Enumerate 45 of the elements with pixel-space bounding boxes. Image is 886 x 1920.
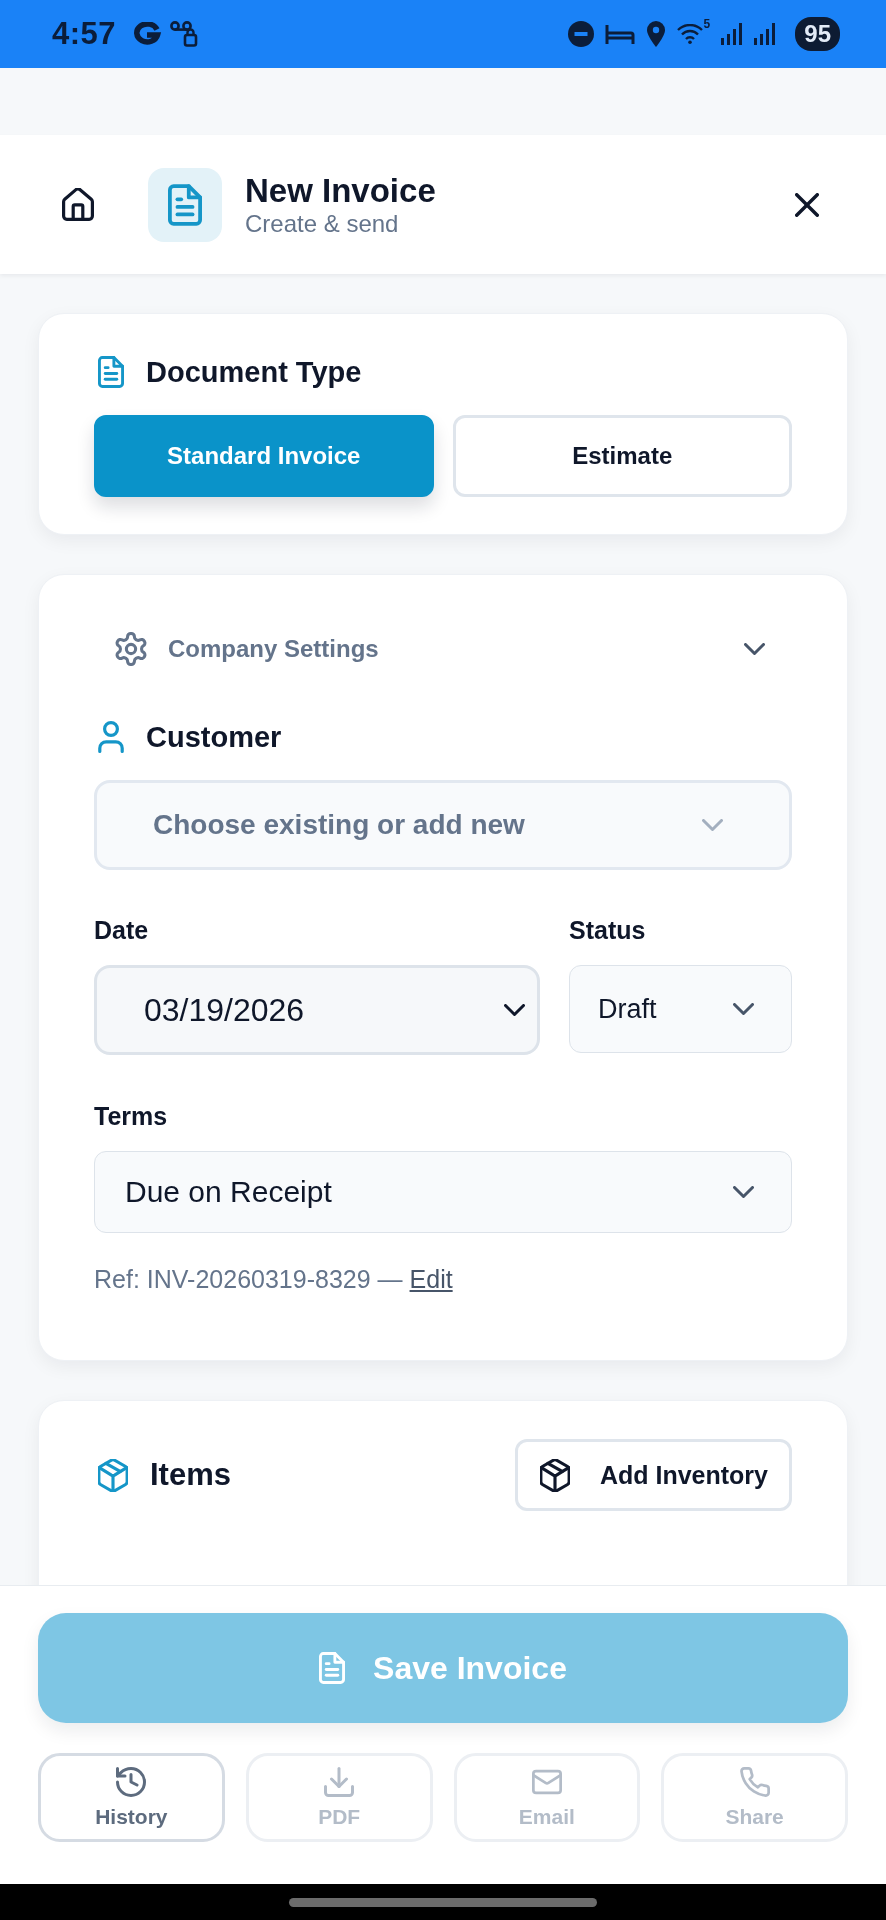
customer-select[interactable]: Choose existing or add new bbox=[94, 780, 792, 870]
section-title: Document Type bbox=[146, 355, 362, 389]
add-inventory-button[interactable]: Add Inventory bbox=[514, 1439, 792, 1511]
voicemail-icon bbox=[170, 21, 199, 47]
package-icon bbox=[98, 1458, 128, 1492]
chevron-icon bbox=[702, 819, 723, 831]
status-time: 4:57 bbox=[52, 16, 117, 52]
date-field[interactable]: 03/19/2026 bbox=[94, 965, 540, 1055]
page-title: New Invoice bbox=[245, 171, 436, 210]
action-button[interactable]: History bbox=[38, 1753, 225, 1842]
document-icon bbox=[98, 356, 124, 388]
phone-icon bbox=[739, 1766, 770, 1797]
signal-icon bbox=[754, 23, 777, 45]
battery-badge: 95 bbox=[795, 17, 840, 51]
company-settings-toggle[interactable]: Company Settings bbox=[94, 617, 792, 681]
wifi-icon bbox=[676, 24, 703, 44]
field-label: Date bbox=[94, 917, 150, 943]
page-subtitle: Create & send bbox=[245, 209, 400, 238]
bed-icon bbox=[604, 23, 635, 45]
do-not-disturb-icon bbox=[567, 21, 594, 47]
terms-select[interactable]: Due on Receipt bbox=[94, 1151, 792, 1233]
field-label: Status bbox=[569, 917, 647, 943]
package-icon bbox=[539, 1458, 570, 1492]
field-label: Terms bbox=[94, 1103, 169, 1129]
edit-link[interactable]: Edit bbox=[409, 1264, 453, 1294]
wifi-band-label: 5 bbox=[703, 18, 711, 30]
chevron-icon bbox=[504, 1004, 525, 1016]
document-icon bbox=[148, 167, 222, 242]
reference-number: Ref: INV-20260319-8329 — bbox=[94, 1264, 403, 1294]
home-icon[interactable] bbox=[62, 188, 94, 221]
status-select[interactable]: Draft bbox=[569, 965, 792, 1053]
settings-icon bbox=[115, 632, 147, 666]
user-icon bbox=[98, 721, 124, 753]
signal-icon bbox=[721, 23, 744, 45]
close-icon[interactable] bbox=[795, 192, 819, 217]
download-icon bbox=[324, 1766, 355, 1797]
document-type-tab[interactable]: Standard Invoice bbox=[94, 415, 434, 497]
document-icon bbox=[319, 1652, 346, 1684]
chevron-icon bbox=[733, 1003, 754, 1015]
location-icon bbox=[645, 21, 666, 47]
history-icon bbox=[116, 1766, 147, 1797]
document-type-tab[interactable]: Estimate bbox=[452, 415, 792, 497]
section-title: Items bbox=[150, 1457, 231, 1493]
section-title: Customer bbox=[146, 720, 282, 754]
chevron-icon bbox=[733, 1186, 754, 1198]
